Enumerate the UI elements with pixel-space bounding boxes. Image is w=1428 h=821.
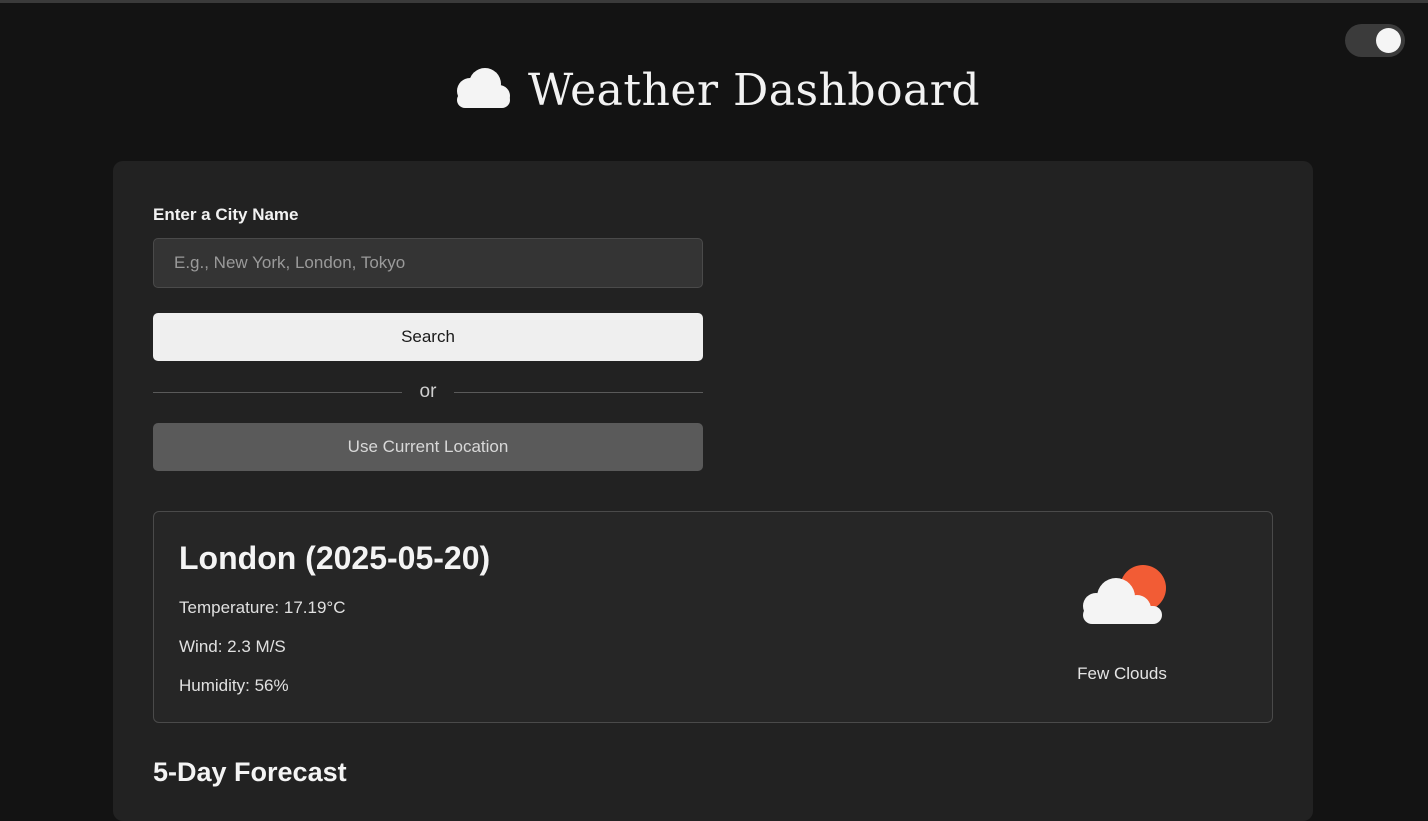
use-current-location-button[interactable]: Use Current Location — [153, 423, 703, 471]
theme-toggle[interactable] — [1345, 24, 1405, 57]
search-form: Enter a City Name Search or Use Current … — [153, 203, 703, 471]
page-title: Weather Dashboard — [527, 64, 980, 116]
city-search-input[interactable] — [153, 238, 703, 288]
window-top-border — [0, 0, 1428, 3]
current-weather-card: London (2025-05-20) Temperature: 17.19°C… — [153, 511, 1273, 723]
main-panel: Enter a City Name Search or Use Current … — [113, 161, 1313, 821]
wind-text: Wind: 2.3 M/S — [179, 637, 286, 656]
few-clouds-icon — [1083, 565, 1166, 624]
divider-line-left — [153, 391, 402, 393]
divider-text: or — [419, 381, 437, 402]
divider-line-right — [454, 391, 703, 393]
humidity-text: Humidity: 56% — [179, 676, 289, 695]
page-header: Weather Dashboard — [0, 55, 1428, 125]
toggle-knob — [1376, 28, 1401, 53]
temperature-text: Temperature: 17.19°C — [179, 598, 346, 617]
cloud-icon — [456, 68, 510, 108]
city-date-title: London (2025-05-20) — [179, 540, 491, 576]
weather-description: Few Clouds — [1077, 664, 1167, 683]
city-input-label: Enter a City Name — [153, 205, 299, 224]
forecast-section-title: 5-Day Forecast — [153, 757, 347, 787]
or-divider: or — [153, 377, 703, 407]
search-button[interactable]: Search — [153, 313, 703, 361]
